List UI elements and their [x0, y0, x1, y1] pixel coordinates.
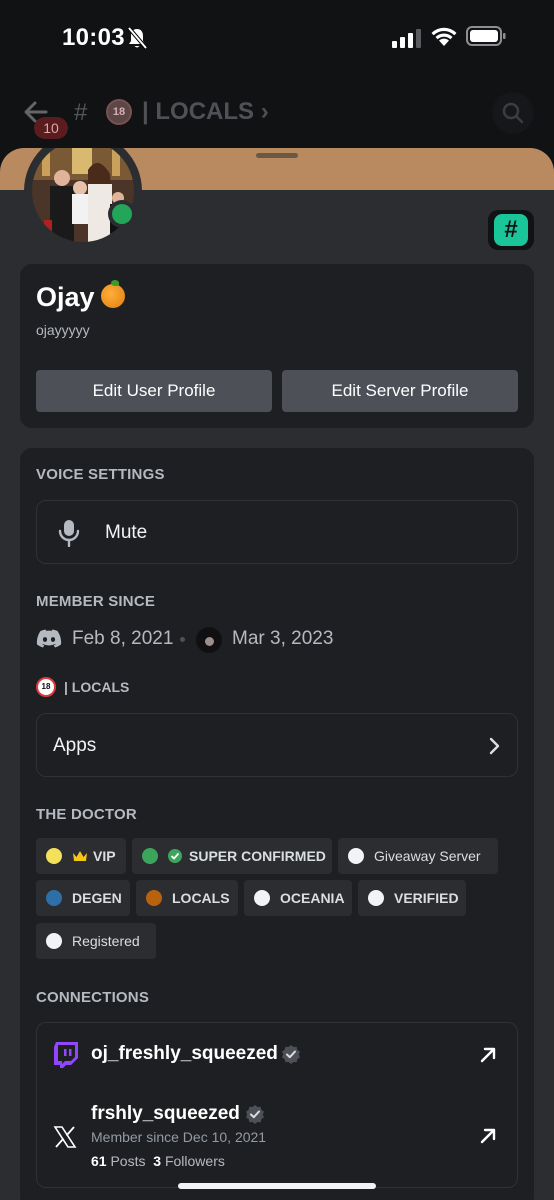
apps-label: Apps — [53, 735, 97, 756]
sheet-grabber[interactable] — [256, 153, 298, 158]
edit-server-profile-button[interactable]: Edit Server Profile — [282, 370, 518, 412]
twitch-icon — [54, 1042, 78, 1068]
crown-icon — [73, 851, 87, 861]
status-bar: 10:03 — [0, 0, 554, 78]
role-tag[interactable]: DEGEN — [36, 880, 130, 916]
username: ojayyyyy — [36, 322, 90, 338]
display-name: Ojay — [36, 280, 125, 313]
role-tag[interactable]: OCEANIA — [244, 880, 352, 916]
search-button[interactable] — [492, 92, 534, 134]
role-tag[interactable]: VERIFIED — [358, 880, 466, 916]
role-color-dot — [142, 848, 158, 864]
check-circle-icon — [168, 849, 182, 863]
profile-name-card: Ojay ojayyyyy Edit User Profile Edit Ser… — [20, 264, 534, 428]
role-label: LOCALS — [172, 890, 230, 906]
microphone-icon — [58, 520, 80, 547]
role-label: VIP — [93, 848, 116, 864]
external-link-icon[interactable] — [479, 1127, 497, 1145]
member-since-title: MEMBER SINCE — [36, 593, 156, 610]
bell-slash-icon — [127, 26, 148, 50]
discord-logo-icon — [36, 629, 62, 648]
role-label: Giveaway Server — [374, 848, 481, 864]
connections-list: oj_freshly_squeezed frshly_squeezed Memb… — [36, 1022, 518, 1188]
channel-title[interactable]: | LOCALS › — [142, 98, 269, 126]
mute-label: Mute — [105, 522, 148, 543]
role-color-dot — [254, 890, 270, 906]
nsfw-icon: 18 — [106, 99, 132, 125]
nsfw-icon: 18 — [36, 677, 56, 697]
mute-toggle[interactable]: Mute — [36, 500, 518, 564]
unread-badge: 10 — [34, 117, 68, 139]
server-name: | LOCALS — [64, 679, 130, 695]
server-icon — [196, 627, 222, 653]
external-link-icon[interactable] — [479, 1046, 497, 1064]
verified-icon — [282, 1045, 300, 1064]
avatar-container[interactable] — [24, 148, 142, 250]
x-username[interactable]: frshly_squeezed — [91, 1103, 240, 1125]
discord-member-since: Feb 8, 2021 — [72, 628, 174, 649]
role-label: SUPER CONFIRMED — [189, 848, 326, 864]
member-since-row: Feb 8, 2021 Mar 3, 2023 — [36, 627, 516, 653]
x-posts-count: 61 — [91, 1153, 107, 1169]
x-logo-icon — [53, 1126, 77, 1148]
channel-title-text: | LOCALS — [142, 98, 255, 125]
channel-hash-icon: # — [74, 99, 88, 126]
role-label: VERIFIED — [394, 890, 459, 906]
apps-row[interactable]: Apps — [36, 713, 518, 777]
x-posts-label: Posts — [110, 1153, 146, 1169]
orange-emoji-icon — [100, 280, 125, 308]
channel-badge[interactable]: # — [488, 210, 534, 250]
home-indicator — [178, 1183, 376, 1189]
role-tag[interactable]: LOCALS — [136, 880, 238, 916]
role-label: OCEANIA — [280, 890, 345, 906]
battery-icon — [466, 26, 506, 46]
role-color-dot — [46, 890, 62, 906]
roles-title: THE DOCTOR — [36, 806, 137, 823]
role-tag[interactable]: SUPER CONFIRMED — [132, 838, 332, 874]
server-member-since: Mar 3, 2023 — [232, 628, 334, 649]
role-label: DEGEN — [72, 890, 122, 906]
role-color-dot — [146, 890, 162, 906]
verified-icon — [246, 1105, 264, 1124]
display-name-text: Ojay — [36, 282, 95, 312]
profile-sheet: # Ojay ojayyyyy Edit User Profile Edit S… — [0, 148, 554, 1200]
voice-settings-title: VOICE SETTINGS — [36, 466, 165, 483]
wifi-icon — [431, 27, 457, 46]
twitch-username[interactable]: oj_freshly_squeezed — [91, 1043, 278, 1065]
x-member-since: Member since Dec 10, 2021 — [91, 1129, 267, 1145]
x-followers-count: 3 — [153, 1153, 162, 1169]
status-time: 10:03 — [62, 24, 125, 51]
role-tag[interactable]: Registered — [36, 923, 156, 959]
x-stats: 61 Posts 3 Followers — [91, 1153, 225, 1169]
signal-icon — [392, 29, 421, 48]
role-label: Registered — [72, 933, 140, 949]
edit-user-profile-button[interactable]: Edit User Profile — [36, 370, 272, 412]
avatar — [32, 148, 134, 242]
search-icon — [502, 102, 524, 124]
role-color-dot — [46, 848, 62, 864]
role-color-dot — [368, 890, 384, 906]
connections-title: CONNECTIONS — [36, 989, 150, 1006]
role-tag[interactable]: Giveaway Server — [338, 838, 498, 874]
profile-details-card: VOICE SETTINGS Mute MEMBER SINCE Feb 8, … — [20, 448, 534, 1200]
channel-badge-icon: # — [494, 214, 528, 246]
online-status-indicator — [108, 200, 136, 228]
separator-dot — [180, 637, 185, 642]
x-followers-label: Followers — [164, 1153, 225, 1169]
role-color-dot — [46, 933, 62, 949]
role-tag[interactable]: VIP — [36, 838, 126, 874]
chevron-right-icon — [489, 737, 500, 755]
role-color-dot — [348, 848, 364, 864]
